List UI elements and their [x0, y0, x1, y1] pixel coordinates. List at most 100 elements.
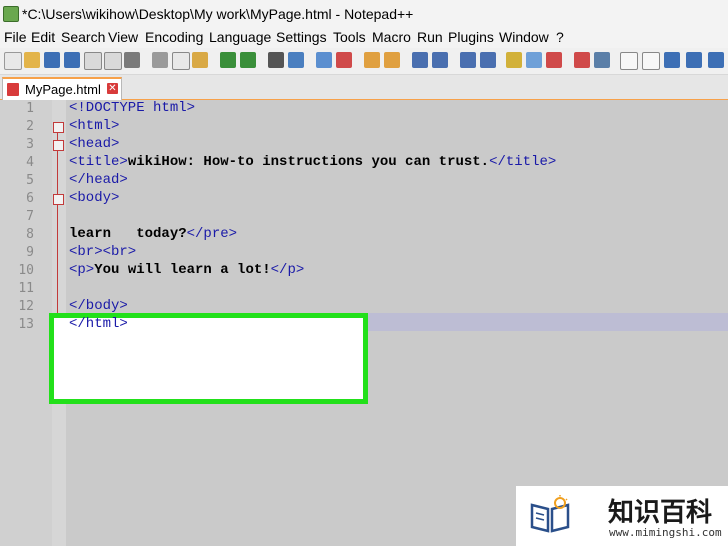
code-token: </html>	[69, 316, 128, 332]
word-wrap-icon[interactable]	[412, 52, 428, 68]
line-number: 7	[26, 209, 34, 224]
menu-settings[interactable]: Settings	[276, 29, 327, 45]
close-file-icon[interactable]	[84, 52, 102, 70]
code-token: <!DOCTYPE html>	[69, 100, 196, 116]
new-file-icon[interactable]	[4, 52, 22, 70]
line-number: 8	[26, 227, 34, 242]
save-icon[interactable]	[44, 52, 60, 68]
line-number: 4	[26, 155, 34, 170]
code-line-4: <title>wikiHow: How-to instructions you …	[69, 154, 556, 170]
show-all-characters-icon[interactable]	[432, 52, 448, 68]
code-token: </body>	[69, 298, 128, 314]
code-token: wikiHow: How-to instructions you can tru…	[127, 154, 490, 170]
code-token: </pre>	[186, 226, 238, 242]
menu-edit[interactable]: Edit	[31, 29, 55, 45]
fold-collapse-icon[interactable]	[53, 194, 64, 205]
menu-bar: File Edit Search View Encoding Language …	[0, 28, 728, 48]
tab-bar: MyPage.html ✕	[0, 75, 728, 101]
stop-recording-icon[interactable]	[642, 52, 660, 70]
copy-icon[interactable]	[172, 52, 190, 70]
code-token: <body>	[69, 190, 120, 206]
print-icon[interactable]	[124, 52, 140, 68]
menu-encoding[interactable]: Encoding	[145, 29, 203, 45]
paste-icon[interactable]	[192, 52, 208, 68]
menu-window[interactable]: Window	[499, 29, 549, 45]
line-number: 3	[26, 137, 34, 152]
find-icon[interactable]	[268, 52, 284, 68]
monitoring-icon[interactable]	[574, 52, 590, 68]
fold-collapse-icon[interactable]	[53, 140, 64, 151]
code-token: </title>	[489, 154, 557, 170]
redo-icon[interactable]	[240, 52, 256, 68]
code-line-6: <body>	[69, 190, 119, 206]
line-number: 1	[26, 101, 34, 116]
zoom-out-icon[interactable]	[336, 52, 352, 68]
cut-icon[interactable]	[152, 52, 168, 68]
open-folder-icon[interactable]	[24, 52, 40, 68]
close-all-icon[interactable]	[104, 52, 122, 70]
document-map-icon[interactable]	[506, 52, 522, 68]
code-line-2: <html>	[69, 118, 119, 134]
undo-icon[interactable]	[220, 52, 236, 68]
menu-view[interactable]: View	[108, 29, 138, 45]
fold-guide-line	[57, 132, 58, 322]
save-macro-icon[interactable]	[708, 52, 724, 68]
zoom-in-icon[interactable]	[316, 52, 332, 68]
menu-file[interactable]: File	[4, 29, 27, 45]
menu-search[interactable]: Search	[61, 29, 105, 45]
code-token: <head>	[69, 136, 120, 152]
replace-icon[interactable]	[288, 52, 304, 68]
sync-vertical-icon[interactable]	[364, 52, 380, 68]
tab-label: MyPage.html	[25, 82, 101, 97]
menu-language[interactable]: Language	[209, 29, 271, 45]
code-token: <html>	[69, 118, 120, 134]
menu-run[interactable]: Run	[417, 29, 443, 45]
code-line-13: </html>	[69, 316, 128, 332]
line-number: 10	[18, 263, 34, 278]
watermark: 知识百科 www.mimingshi.com	[516, 486, 728, 546]
close-tab-icon[interactable]: ✕	[107, 83, 118, 94]
code-line-1: <!DOCTYPE html>	[69, 100, 195, 116]
preview-eye-icon[interactable]	[594, 52, 610, 68]
user-defined-language-icon[interactable]	[480, 52, 496, 68]
notepadpp-app-icon	[3, 6, 19, 22]
line-number: 9	[26, 245, 34, 260]
folder-as-workspace-icon[interactable]	[546, 52, 562, 68]
line-number: 12	[18, 299, 34, 314]
code-token: You will learn a lot!	[94, 262, 271, 278]
playback-macro-icon[interactable]	[664, 52, 680, 68]
indent-guide-icon[interactable]	[460, 52, 476, 68]
code-token: learn today?	[69, 226, 187, 242]
save-all-icon[interactable]	[64, 52, 80, 68]
code-line-3: <head>	[69, 136, 119, 152]
line-number-gutter: 1 2 3 4 5 6 7 8 9 10 11 12 13	[0, 100, 52, 546]
menu-help[interactable]: ?	[556, 29, 564, 45]
code-token: <title>	[69, 154, 128, 170]
unsaved-file-icon	[7, 83, 19, 96]
code-line-10: <p>You will learn a lot!</p>	[69, 262, 304, 278]
code-line-8: learn today?</pre>	[69, 226, 237, 242]
line-number: 11	[18, 281, 34, 296]
code-line-9: <br><br>	[69, 244, 136, 260]
function-list-icon[interactable]	[526, 52, 542, 68]
code-line-5: </head>	[69, 172, 128, 188]
editor-area[interactable]: 1 2 3 4 5 6 7 8 9 10 11 12 13 <!DOCTYPE …	[0, 100, 728, 546]
menu-plugins[interactable]: Plugins	[448, 29, 494, 45]
sync-horizontal-icon[interactable]	[384, 52, 400, 68]
code-token: </p>	[270, 262, 305, 278]
fold-collapse-icon[interactable]	[53, 122, 64, 133]
run-macro-multiple-icon[interactable]	[686, 52, 702, 68]
line-number: 5	[26, 173, 34, 188]
record-macro-icon[interactable]	[620, 52, 638, 70]
menu-tools[interactable]: Tools	[333, 29, 366, 45]
line-number: 6	[26, 191, 34, 206]
book-lightbulb-icon	[530, 495, 570, 533]
code-token: <p>	[69, 262, 95, 278]
menu-macro[interactable]: Macro	[372, 29, 411, 45]
watermark-url: www.mimingshi.com	[609, 526, 722, 539]
line-number: 2	[26, 119, 34, 134]
code-line-12: </body>	[69, 298, 128, 314]
tab-mypage-html[interactable]: MyPage.html ✕	[2, 77, 122, 101]
window-title: *C:\Users\wikihow\Desktop\My work\MyPage…	[22, 6, 414, 22]
toolbar	[0, 48, 728, 75]
